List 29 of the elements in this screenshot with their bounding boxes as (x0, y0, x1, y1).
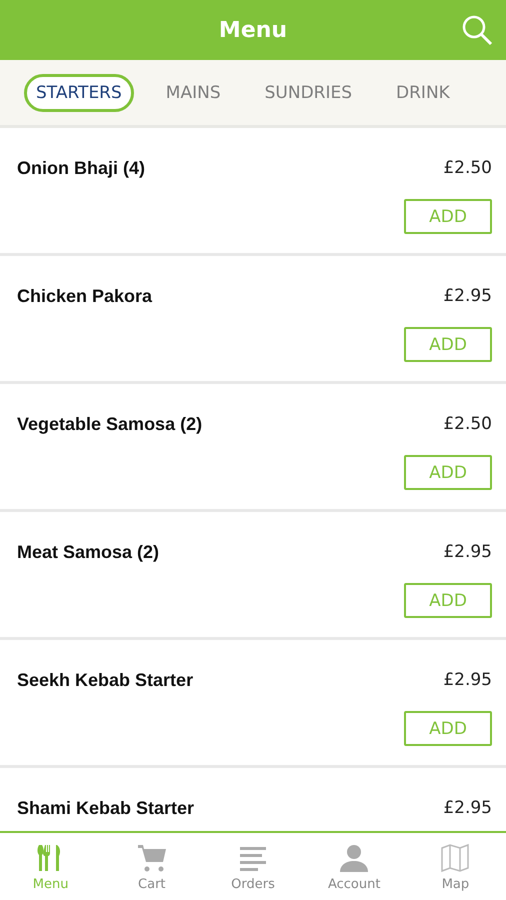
nav-tab[interactable]: Account (304, 833, 405, 900)
header-title: Menu (218, 18, 288, 42)
category-tab[interactable]: STARTERS (24, 74, 134, 112)
item-name: Meat Samosa (2) (17, 542, 160, 563)
category-tab[interactable]: MAINS (154, 74, 233, 112)
search-icon[interactable] (460, 13, 494, 47)
map-icon (439, 842, 472, 874)
add-button[interactable]: ADD (404, 327, 492, 362)
add-button[interactable]: ADD (404, 199, 492, 234)
item-price: £2.95 (443, 798, 492, 819)
category-tab[interactable]: SUNDRIES (252, 74, 364, 112)
item-price: £2.95 (443, 286, 492, 307)
add-button[interactable]: ADD (404, 711, 492, 746)
item-name: Vegetable Samosa (2) (17, 414, 202, 435)
add-button[interactable]: ADD (404, 455, 492, 490)
item-price: £2.95 (443, 670, 492, 691)
item-price: £2.50 (443, 158, 492, 179)
item-name: Onion Bhaji (4) (17, 158, 145, 179)
nav-tab[interactable]: Orders (202, 833, 304, 900)
nav-tab[interactable]: Map (404, 833, 506, 900)
item-name: Seekh Kebab Starter (17, 670, 194, 691)
nav-tab[interactable]: Menu (0, 833, 102, 900)
item-name: Chicken Pakora (17, 286, 152, 307)
item-price: £2.95 (443, 542, 492, 563)
nav-tab[interactable]: Cart (101, 833, 202, 900)
item-price: £2.50 (443, 414, 492, 435)
category-tab[interactable]: DRINK (384, 74, 462, 112)
item-name: Shami Kebab Starter (17, 798, 194, 819)
add-button[interactable]: ADD (404, 583, 492, 618)
